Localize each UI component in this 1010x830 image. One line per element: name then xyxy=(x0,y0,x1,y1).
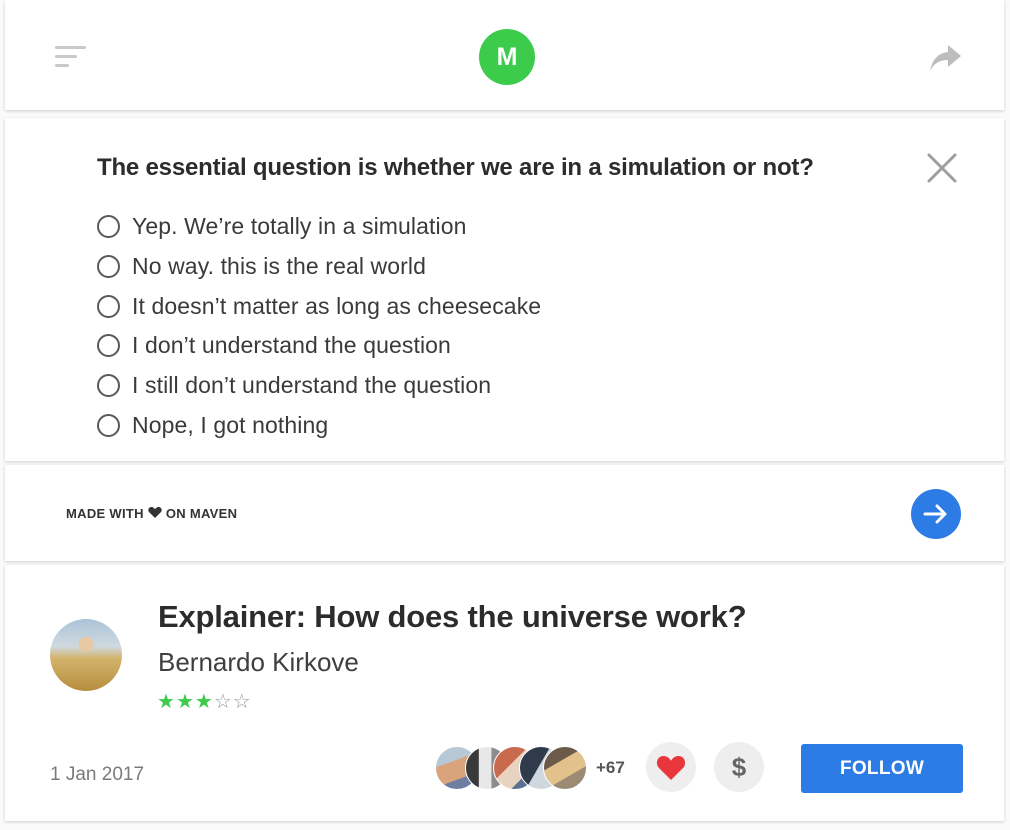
app-header: M xyxy=(5,0,1004,110)
poll-option-label: No way. this is the real world xyxy=(132,253,427,280)
menu-icon[interactable] xyxy=(55,46,87,70)
maven-logo[interactable]: M xyxy=(479,29,535,85)
radio-button[interactable] xyxy=(97,334,120,358)
poll-card: The essential question is whether we are… xyxy=(5,118,1004,461)
made-with-suffix: ON MAVEN xyxy=(165,505,238,521)
avatar xyxy=(543,746,587,790)
made-with-maven-link[interactable]: MADE WITH ON MAVEN xyxy=(66,505,237,521)
poll-option[interactable]: No way. this is the real world xyxy=(97,247,541,287)
arrow-right-icon xyxy=(923,504,947,524)
article-author[interactable]: Bernardo Kirkove xyxy=(158,647,359,678)
made-with-bar: MADE WITH ON MAVEN xyxy=(5,465,1004,561)
radio-button[interactable] xyxy=(97,294,120,318)
poll-question: The essential question is whether we are… xyxy=(97,154,814,181)
next-button[interactable] xyxy=(911,489,961,539)
poll-option[interactable]: I don’t understand the question xyxy=(97,326,541,366)
poll-option[interactable]: I still don’t understand the question xyxy=(97,366,541,406)
follower-count: +67 xyxy=(596,758,625,777)
follower-avatars[interactable] xyxy=(435,746,587,792)
made-with-prefix: MADE WITH xyxy=(66,505,144,521)
poll-option-label: Yep. We’re totally in a simulation xyxy=(132,213,467,240)
follow-button[interactable]: FOLLOW xyxy=(801,744,963,793)
poll-option[interactable]: Yep. We’re totally in a simulation xyxy=(97,207,541,247)
star-filled-icon: ★ xyxy=(175,691,194,713)
article-card: Explainer: How does the universe work? B… xyxy=(5,565,1004,821)
poll-option-label: It doesn’t matter as long as cheesecake xyxy=(132,292,542,319)
poll-option[interactable]: Nope, I got nothing xyxy=(97,405,541,445)
avatar[interactable] xyxy=(50,619,122,691)
publish-date: 1 Jan 2017 xyxy=(50,764,145,785)
radio-button[interactable] xyxy=(97,374,120,398)
poll-options: Yep. We’re totally in a simulation No wa… xyxy=(97,207,541,445)
star-empty-icon: ☆ xyxy=(213,691,232,713)
star-empty-icon: ☆ xyxy=(232,691,251,713)
dollar-icon: $ xyxy=(731,751,747,782)
radio-button[interactable] xyxy=(97,255,120,279)
radio-button[interactable] xyxy=(97,413,120,437)
poll-option-label: I still don’t understand the question xyxy=(132,372,492,399)
poll-option-label: Nope, I got nothing xyxy=(132,411,329,438)
like-button[interactable] xyxy=(646,742,696,792)
poll-option-label: I don’t understand the question xyxy=(132,332,451,359)
heart-icon xyxy=(148,505,162,521)
heart-icon xyxy=(656,755,686,780)
star-filled-icon: ★ xyxy=(194,691,213,713)
poll-option[interactable]: It doesn’t matter as long as cheesecake xyxy=(97,286,541,326)
article-title[interactable]: Explainer: How does the universe work? xyxy=(158,599,747,635)
star-rating: ★ ★ ★ ☆ ☆ xyxy=(157,692,251,712)
tip-button[interactable]: $ xyxy=(714,742,764,792)
star-filled-icon: ★ xyxy=(157,691,175,713)
share-icon[interactable] xyxy=(928,43,962,73)
close-icon[interactable] xyxy=(925,151,959,185)
radio-button[interactable] xyxy=(97,215,120,239)
